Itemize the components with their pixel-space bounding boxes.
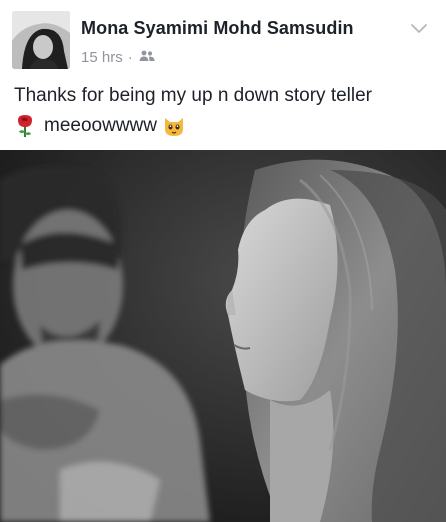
post-message-line-2: meeoowwww [14, 114, 185, 138]
cat-face-emoji-icon [163, 115, 185, 137]
friends-icon[interactable] [139, 49, 155, 66]
post-message-line-1: Thanks for being my up n down story tell… [14, 85, 373, 106]
photo-illustration [0, 150, 446, 522]
post-photo[interactable] [0, 150, 446, 522]
timestamp[interactable]: 15 hrs [81, 49, 123, 66]
facebook-post: Mona Syamimi Mohd Samsudin 15 hrs · Than… [0, 0, 446, 522]
post-header: Mona Syamimi Mohd Samsudin 15 hrs · [0, 0, 446, 76]
author-avatar[interactable] [12, 11, 70, 69]
meeow-text: meeoowwww [44, 115, 157, 136]
author-name[interactable]: Mona Syamimi Mohd Samsudin [81, 18, 354, 39]
post-meta: 15 hrs · [81, 49, 155, 66]
chevron-down-icon[interactable] [410, 22, 428, 36]
rose-emoji-icon [14, 114, 36, 138]
meta-separator: · [127, 49, 133, 66]
